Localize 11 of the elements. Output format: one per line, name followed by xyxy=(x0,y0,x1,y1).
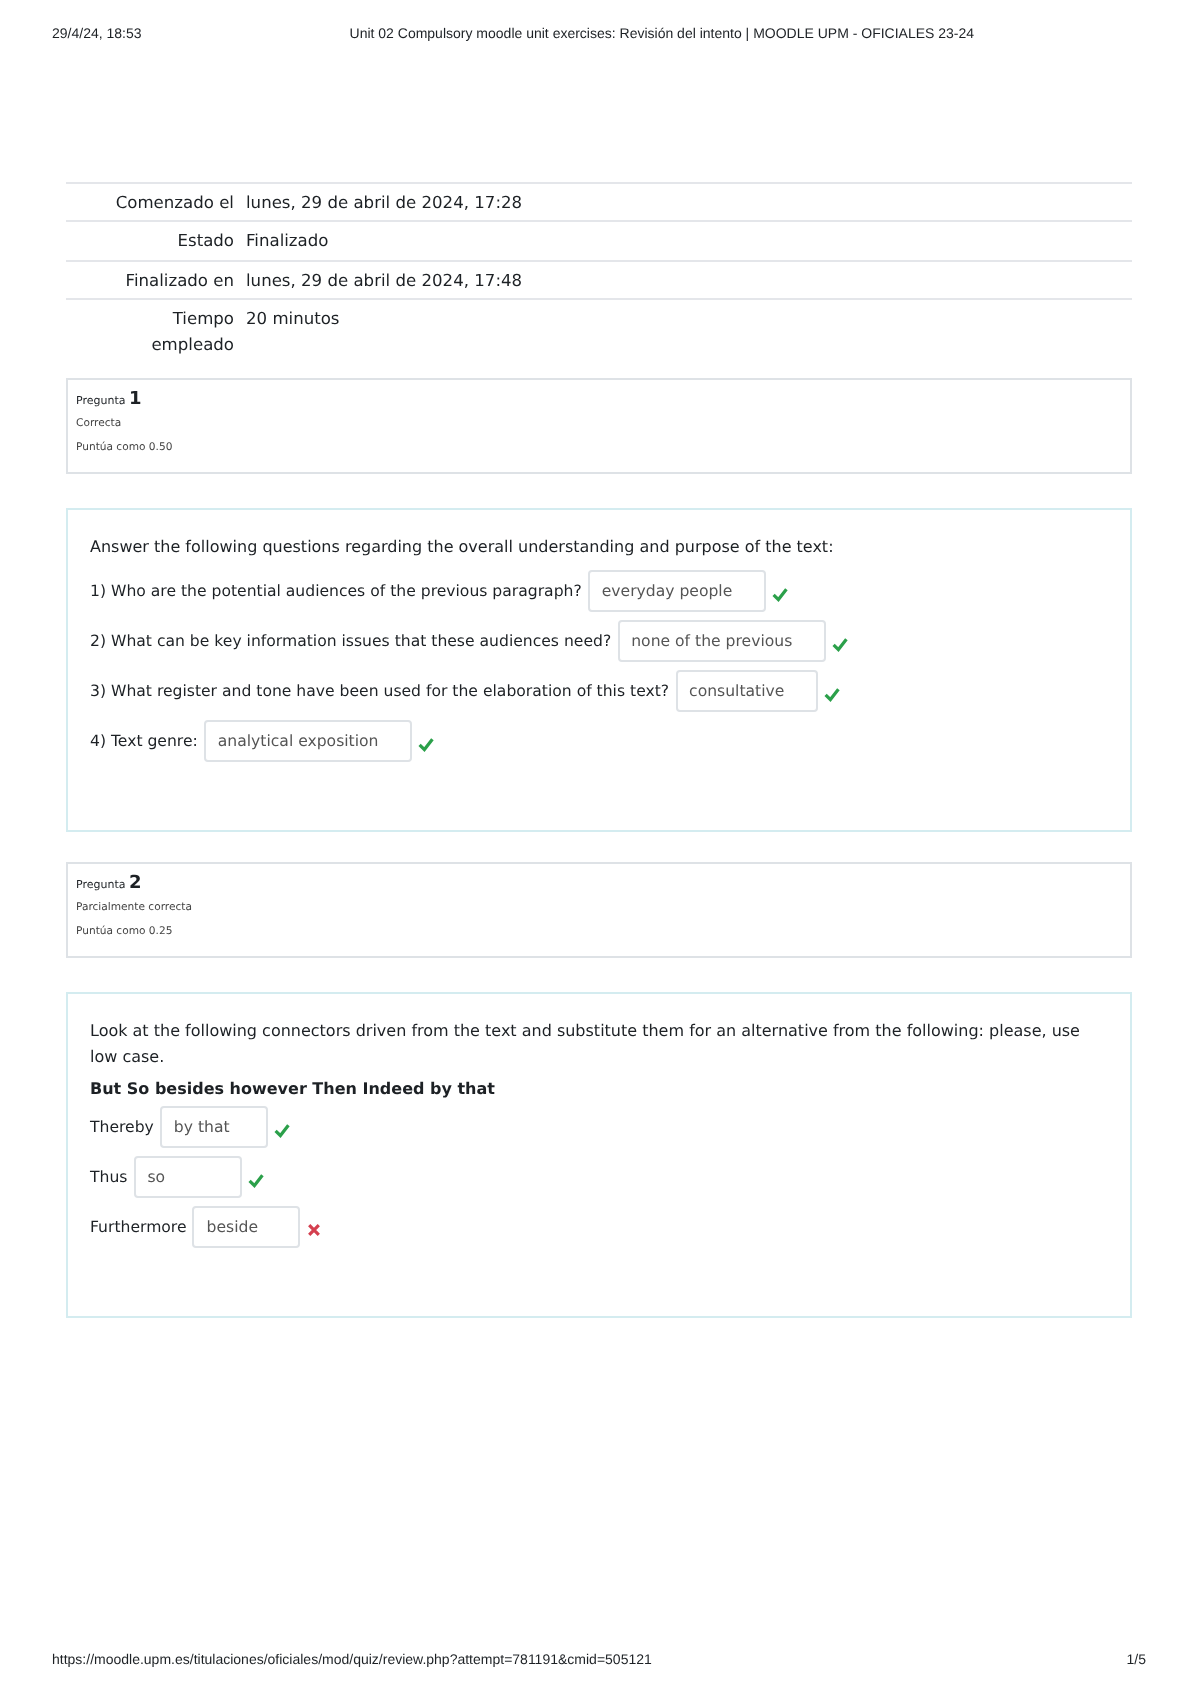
summary-label: Tiempo empleado xyxy=(66,299,246,363)
summary-value: Finalizado xyxy=(246,221,1132,261)
summary-label: Comenzado el xyxy=(66,183,246,222)
word-bank: But So besides however Then Indeed by that xyxy=(90,1079,497,1098)
summary-value: lunes, 29 de abril de 2024, 17:28 xyxy=(246,183,1132,222)
summary-label: Estado xyxy=(66,221,246,261)
question-text: Look at the following connectors driven from the text and substitute them for an alternative from the following: please, use low case. xyxy=(90,1019,1082,1070)
summary-value: 20 minutos xyxy=(246,299,1132,363)
summary-value: lunes, 29 de abril de 2024, 17:48 xyxy=(246,260,1132,300)
question-text: Answer the following questions regarding the overall understanding and purpose of the text: xyxy=(90,536,836,561)
summary-label: Finalizado en xyxy=(66,260,246,300)
